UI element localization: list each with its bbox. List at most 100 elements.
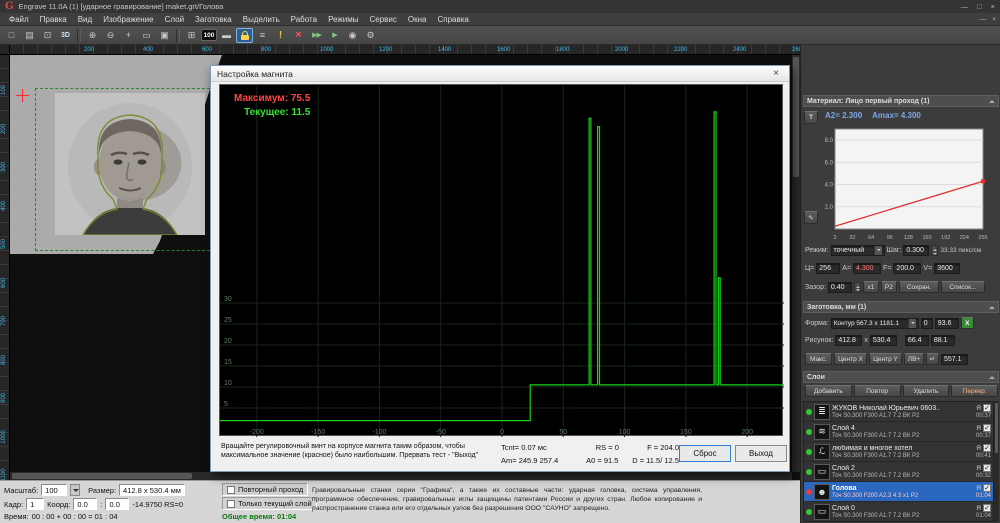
menu-Выделить[interactable]: Выделить (238, 14, 285, 25)
x1-button[interactable]: x1 (862, 281, 879, 293)
layer-checkbox[interactable]: ✓ (983, 484, 991, 492)
apply-icon[interactable]: ↵ (926, 353, 939, 365)
gap-input[interactable]: 0.40 (827, 281, 852, 293)
layer-row-0[interactable]: ≣ ЖУКОВ Николай Юрьевич 0603.. Я ✓ Точ S0.30… (804, 402, 993, 422)
stop-button[interactable]: × (290, 28, 307, 43)
layer-checkbox[interactable]: ✓ (983, 504, 991, 512)
gap-spinner[interactable] (853, 281, 861, 293)
offset-y-input[interactable]: 88.1 (930, 335, 955, 346)
coord-x-value[interactable]: 0.0 (73, 498, 98, 510)
canvas-horizontal-scrollbar[interactable] (10, 472, 792, 480)
save-material-button[interactable]: Сохран. (898, 281, 939, 293)
center-y-button[interactable]: Центр Y (869, 353, 902, 365)
print-icon[interactable]: ⊡ (39, 28, 56, 43)
ruler-icon[interactable]: ▬ (218, 28, 235, 43)
step-spinner[interactable] (931, 245, 939, 256)
step-input[interactable]: 0.300 (903, 245, 930, 256)
edit-curve-button[interactable]: ✎ (804, 211, 818, 224)
text-tool-button[interactable]: T (804, 111, 818, 124)
repeat-pass-checkbox[interactable]: Повторный проход (222, 483, 309, 496)
current-layer-only-checkbox[interactable]: Только текущий слой (222, 497, 317, 510)
exit-button[interactable]: Выход (735, 445, 787, 462)
collapse-icon[interactable] (989, 373, 995, 379)
menu-Изображение[interactable]: Изображение (98, 14, 158, 25)
scrollbar-thumb[interactable] (793, 57, 799, 177)
checkbox-box[interactable] (227, 499, 235, 508)
layer-visibility-toggle[interactable]: Я ✓ (976, 424, 991, 432)
preview-icon[interactable]: ◉ (344, 28, 361, 43)
layer-visibility-toggle[interactable]: Я ✓ (976, 504, 991, 512)
layer-list-scrollbar[interactable] (994, 401, 999, 522)
f-input[interactable]: 200.0 (893, 263, 922, 274)
picture-height-input[interactable]: 530.4 (869, 335, 897, 346)
save-icon[interactable]: ▤ (21, 28, 38, 43)
layer-checkbox[interactable]: ✓ (983, 424, 991, 432)
menu-Окна[interactable]: Окна (403, 14, 432, 25)
dialog-title-bar[interactable]: Настройка магнита × (211, 66, 789, 82)
picture-width-input[interactable]: 412.8 (835, 335, 863, 346)
scale-100-button[interactable]: 100 (201, 29, 217, 41)
menu-Правка[interactable]: Правка (35, 14, 72, 25)
repeat-layer-button[interactable]: Повтор (853, 385, 901, 397)
zoom-in-icon[interactable]: ⊕ (84, 28, 101, 43)
overlap-button[interactable]: Перекр. (951, 385, 998, 397)
close-button[interactable]: × (991, 2, 995, 11)
maximize-button[interactable]: □ (977, 2, 982, 11)
run-all-button[interactable]: ▶▶ (308, 28, 325, 43)
dropdown-icon[interactable] (873, 246, 882, 255)
menu-Вид[interactable]: Вид (73, 14, 97, 25)
material-curve-chart[interactable]: 2.0 4.0 6.0 8.0 2 32 64 96 128 160 192 224 256 (811, 125, 989, 241)
canvas-vertical-scrollbar[interactable] (792, 55, 800, 472)
minimize-button[interactable]: — (961, 2, 969, 11)
levels-icon[interactable]: ≡ (254, 28, 271, 43)
child-minimize-button[interactable]: — (980, 16, 987, 23)
portrait-photo[interactable] (55, 93, 205, 236)
shape-select[interactable]: Контур 567.3 x 1181.1 (830, 317, 919, 329)
layer-row-4[interactable]: ☻ Голова Я ✓ Точ S0.300 F200 A2.3 4.3 x1 P2 0… (804, 482, 993, 502)
v-input[interactable]: 3600 (934, 263, 961, 274)
workpiece-panel-header[interactable]: Заготовка, мм (1) (803, 301, 999, 313)
material-panel-header[interactable]: Материал: Лицо первый проход (1) (803, 95, 999, 107)
grid-icon[interactable]: ⊞ (183, 28, 200, 43)
menu-Заготовка[interactable]: Заготовка (190, 14, 237, 25)
checkbox-box[interactable] (227, 485, 235, 494)
menu-Справка[interactable]: Справка (432, 14, 473, 25)
menu-Режимы[interactable]: Режимы (323, 14, 363, 25)
menu-Работа[interactable]: Работа (286, 14, 322, 25)
view-3d-button[interactable]: 3D (57, 28, 74, 43)
layer-checkbox[interactable]: ✓ (983, 404, 991, 412)
layer-visibility-toggle[interactable]: Я ✓ (976, 484, 991, 492)
layer-row-2[interactable]: ℒлюбимая и многое хотел Я ✓ Точ S0.300 F300… (804, 442, 993, 462)
mode-select[interactable]: точечный (830, 245, 885, 256)
p2-button[interactable]: P2 (880, 281, 897, 293)
menu-Слой[interactable]: Слой (160, 14, 189, 25)
layer-row-3[interactable]: ▭ Слой 2 Я ✓ Точ S0.300 F300 A1.7 7.2 ВК Р2 0… (804, 462, 993, 482)
layer-visibility-toggle[interactable]: Я ✓ (976, 404, 991, 412)
dropdown-icon[interactable] (907, 318, 916, 328)
menu-Файл[interactable]: Файл (4, 14, 34, 25)
scale-select[interactable]: 100 (41, 484, 68, 496)
reset-button[interactable]: Сброс (679, 445, 731, 462)
frame-value[interactable]: 1 (26, 498, 45, 510)
layer-visibility-toggle[interactable]: Я ✓ (976, 464, 991, 472)
collapse-icon[interactable] (989, 303, 995, 309)
run-button[interactable]: ▶ (326, 28, 343, 43)
coord-y-value[interactable]: 0.0 (105, 498, 130, 510)
zoom-area-icon[interactable]: ▭ (138, 28, 155, 43)
shape-height-input[interactable]: 93.6 (934, 317, 959, 329)
add-layer-button[interactable]: Добавить (805, 385, 852, 397)
scrollbar-thumb[interactable] (12, 473, 192, 479)
offset-x-input[interactable]: 66.4 (904, 335, 929, 346)
shape-x-button[interactable]: X (960, 317, 974, 329)
magnet-test-button[interactable] (236, 27, 253, 43)
a-input[interactable]: 4.300 (853, 263, 882, 274)
lv-plus-button[interactable]: ЛВ+ (904, 353, 924, 365)
warning-button[interactable]: ! (272, 28, 289, 43)
layer-checkbox[interactable]: ✓ (983, 444, 991, 452)
material-list-button[interactable]: Список... (940, 281, 985, 293)
dialog-close-icon[interactable]: × (769, 68, 783, 79)
scrollbar-thumb[interactable] (995, 403, 998, 453)
zoom-out-icon[interactable]: ⊖ (102, 28, 119, 43)
collapse-icon[interactable] (989, 97, 995, 103)
child-close-button[interactable]: × (992, 16, 996, 23)
